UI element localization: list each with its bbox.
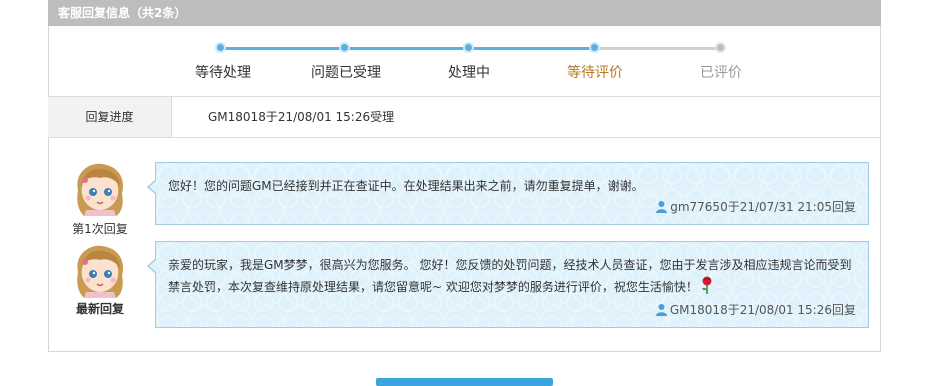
step-dot-4 xyxy=(589,42,600,53)
step-label-2: 问题已受理 xyxy=(311,65,381,81)
reply-caption-2: 最新回复 xyxy=(75,302,124,316)
reply-meta-1: gm77650于21/07/31 21:05回复 xyxy=(655,198,856,216)
reply-message-text-2: 亲爱的玩家，我是GM梦梦，很高兴为您服务。 您好！您反馈的处罚问题，经技术人员查… xyxy=(168,258,852,294)
step-dot-3 xyxy=(463,42,474,53)
user-icon xyxy=(655,200,668,216)
status-text: GM18018于21/08/01 15:26受理 xyxy=(208,110,395,124)
bubble-arrow-inner xyxy=(149,180,157,194)
reply-meta-text-2: GM18018于21/08/01 15:26回复 xyxy=(669,303,856,317)
bubble-arrow-inner xyxy=(149,259,157,273)
reply-bubble-2: 亲爱的玩家，我是GM梦梦，很高兴为您服务。 您好！您反馈的处罚问题，经技术人员查… xyxy=(147,241,869,328)
panel-title: 客服回复信息（共2条） xyxy=(58,6,187,20)
avatar-girl-icon xyxy=(72,160,128,216)
rose-icon xyxy=(700,276,714,301)
step-dot-1 xyxy=(215,42,226,53)
step-label-5: 已评价 xyxy=(700,65,742,81)
panel-header: 客服回复信息（共2条） xyxy=(48,0,881,26)
step-label-3: 处理中 xyxy=(448,65,490,81)
reply-message-2: 亲爱的玩家，我是GM梦梦，很高兴为您服务。 您好！您反馈的处罚问题，经技术人员查… xyxy=(168,254,856,301)
step-dot-2 xyxy=(339,42,350,53)
progress-tracker: 等待处理 问题已受理 处理中 等待评价 已评价 xyxy=(186,36,743,86)
bottom-action-button[interactable] xyxy=(376,378,553,386)
progress-line-done xyxy=(216,47,596,50)
step-label-4: 等待评价 xyxy=(567,65,623,81)
reply-meta-2: GM18018于21/08/01 15:26回复 xyxy=(655,301,856,319)
divider-top xyxy=(48,96,881,97)
status-label: 回复进度 xyxy=(48,97,172,137)
reply-meta-text-1: gm77650于21/07/31 21:05回复 xyxy=(670,200,856,214)
user-icon xyxy=(655,303,668,319)
avatar-girl-icon xyxy=(72,242,128,298)
step-label-1: 等待处理 xyxy=(195,65,251,81)
divider-bottom xyxy=(48,137,881,138)
reply-message-1: 您好！您的问题GM已经接到并正在查证中。在处理结果出来之前，请勿重复提单，谢谢。 xyxy=(168,179,644,193)
reply-bubble-1: 您好！您的问题GM已经接到并正在查证中。在处理结果出来之前，请勿重复提单，谢谢。… xyxy=(147,162,869,225)
step-dot-5 xyxy=(715,42,726,53)
reply-caption-1: 第1次回复 xyxy=(72,222,128,236)
progress-line-pending xyxy=(596,47,721,50)
